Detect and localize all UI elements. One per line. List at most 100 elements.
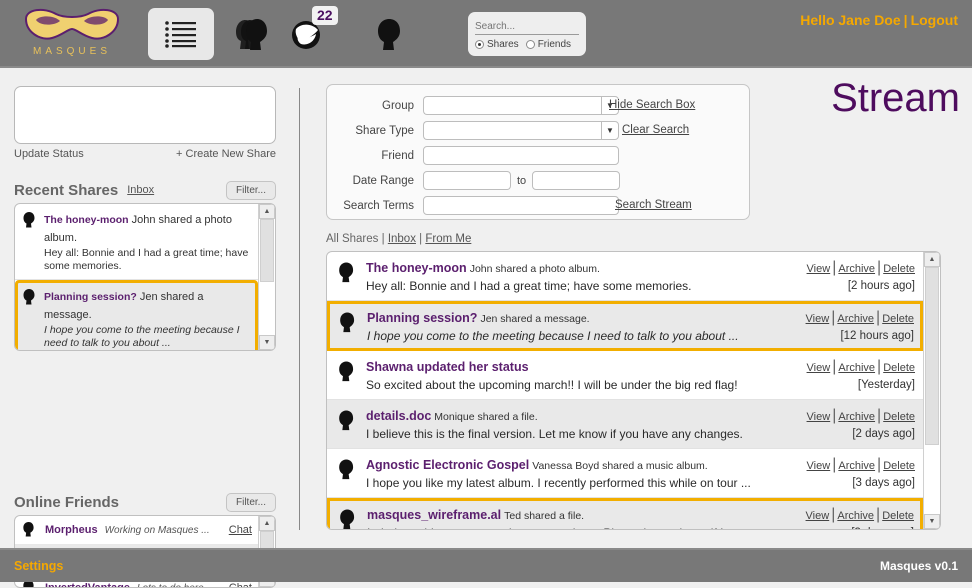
- view-link[interactable]: View: [807, 362, 831, 374]
- archive-link[interactable]: Archive: [838, 460, 875, 472]
- friend-name: InvertedVantage: [45, 582, 130, 587]
- recent-shares-scrollbar[interactable]: ▲ ▼: [258, 204, 275, 350]
- friend-item[interactable]: Morpheus Working on Masques ... Chat: [15, 516, 258, 545]
- stream-item-time: [Yesterday]: [857, 379, 915, 391]
- header-search-input[interactable]: [475, 21, 579, 35]
- search-terms-input[interactable]: [423, 196, 619, 215]
- column-divider: [299, 88, 300, 530]
- group-select-value[interactable]: [423, 96, 601, 115]
- online-friends-header: Online Friends Filter...: [14, 490, 276, 514]
- action-separator: |: [831, 506, 836, 523]
- stream-item-actions: View|Archive|Delete[3 days ago]: [793, 456, 915, 489]
- date-to-input[interactable]: [532, 171, 621, 190]
- stream-item[interactable]: Agnostic Electronic Gospel Vanessa Boyd s…: [327, 449, 923, 498]
- search-scope-friends[interactable]: Friends: [525, 39, 571, 50]
- radio-shares-icon[interactable]: [475, 40, 484, 49]
- search-panel: Group ▼ Share Type ▼ Friend Date Range t…: [326, 84, 750, 220]
- app-logo[interactable]: MASQUES: [14, 3, 130, 65]
- tab-all-shares[interactable]: All Shares: [326, 233, 378, 245]
- scroll-down-arrow-icon[interactable]: ▼: [924, 514, 940, 529]
- recent-shares-inbox-link[interactable]: Inbox: [127, 184, 154, 196]
- update-status-link[interactable]: Update Status: [14, 148, 84, 160]
- archive-link[interactable]: Archive: [838, 263, 875, 275]
- stream-item[interactable]: Shawna updated her status So excited abou…: [327, 351, 923, 400]
- tab-inbox[interactable]: Inbox: [388, 233, 416, 245]
- scroll-track[interactable]: [259, 219, 275, 335]
- delete-link[interactable]: Delete: [883, 460, 915, 472]
- chat-link[interactable]: Chat: [229, 582, 252, 587]
- recent-share-item[interactable]: The honey-moon John shared a photo album…: [15, 204, 258, 280]
- delete-link[interactable]: Delete: [883, 411, 915, 423]
- status-update-input[interactable]: [14, 86, 276, 144]
- settings-link[interactable]: Settings: [14, 559, 63, 573]
- view-link[interactable]: View: [807, 460, 831, 472]
- archive-link[interactable]: Archive: [838, 362, 875, 374]
- search-terms-label: Search Terms: [343, 199, 414, 212]
- chevron-down-icon[interactable]: ▼: [601, 121, 619, 140]
- archive-link[interactable]: Archive: [838, 411, 875, 423]
- stream-item[interactable]: Planning session? Jen shared a message. I …: [327, 301, 923, 351]
- scroll-up-arrow-icon[interactable]: ▲: [259, 516, 275, 531]
- scroll-up-arrow-icon[interactable]: ▲: [259, 204, 275, 219]
- head-silhouette-icon: [378, 19, 400, 50]
- search-scope-shares[interactable]: Shares: [475, 39, 519, 50]
- friend-input[interactable]: [423, 146, 619, 165]
- nav-notifications-button[interactable]: 22: [280, 6, 338, 60]
- radio-friends-icon[interactable]: [525, 40, 535, 49]
- scroll-thumb[interactable]: [260, 531, 274, 550]
- scroll-down-arrow-icon[interactable]: ▼: [259, 335, 275, 350]
- archive-link[interactable]: Archive: [837, 313, 874, 325]
- view-link[interactable]: View: [807, 263, 831, 275]
- scroll-thumb[interactable]: [260, 219, 274, 282]
- delete-link[interactable]: Delete: [882, 510, 914, 522]
- delete-link[interactable]: Delete: [882, 313, 914, 325]
- friend-name: Morpheus: [45, 524, 98, 536]
- stream-item[interactable]: masques_wireframe.alTed shared a file. I …: [327, 498, 923, 529]
- scroll-up-arrow-icon[interactable]: ▲: [924, 252, 940, 267]
- nav-friends-button[interactable]: [224, 8, 276, 60]
- view-link[interactable]: View: [806, 313, 830, 325]
- online-friends-filter-button[interactable]: Filter...: [225, 492, 276, 512]
- action-separator: |: [876, 309, 881, 326]
- share-type-select-value[interactable]: [423, 121, 601, 140]
- stream-item-actions: View | Archive | Delete [2 hours ago]: [793, 259, 915, 292]
- share-type-select[interactable]: ▼: [423, 121, 619, 140]
- stream-scrollbar[interactable]: ▲ ▼: [923, 252, 940, 529]
- chat-link[interactable]: Chat: [229, 524, 252, 536]
- stream-item-time: [2 hours ago]: [847, 280, 915, 292]
- nav-stream-list-button[interactable]: [148, 8, 214, 60]
- delete-link[interactable]: Delete: [883, 362, 915, 374]
- action-separator: |: [832, 456, 837, 473]
- stream-item-actions: View|Archive|Delete[3 days ago]: [792, 506, 914, 529]
- avatar: [21, 210, 38, 273]
- tab-separator: |: [378, 233, 388, 245]
- date-from-input[interactable]: [423, 171, 511, 190]
- user-greeting: Hello Jane Doe | Logout: [800, 12, 958, 28]
- nav-profile-button[interactable]: [362, 8, 414, 60]
- header-search-box[interactable]: Shares Friends: [468, 12, 586, 56]
- clear-search-link[interactable]: Clear Search: [622, 124, 689, 136]
- scroll-track[interactable]: [924, 267, 940, 514]
- recent-share-item[interactable]: Planning session? Jen shared a message. I…: [15, 280, 258, 350]
- hide-search-box-link[interactable]: Hide Search Box: [609, 99, 695, 111]
- view-link[interactable]: View: [807, 411, 831, 423]
- search-stream-link[interactable]: Search Stream: [615, 199, 692, 211]
- recent-shares-filter-button[interactable]: Filter...: [225, 180, 276, 200]
- stream-item-meta: Vanessa Boyd shared a music album.: [532, 460, 708, 472]
- group-select[interactable]: ▼: [423, 96, 619, 115]
- archive-link[interactable]: Archive: [837, 510, 874, 522]
- tab-from-me[interactable]: From Me: [425, 233, 471, 245]
- action-separator: |: [877, 407, 882, 424]
- share-title: The honey-moon: [44, 214, 129, 226]
- stream-item[interactable]: The honey-moon John shared a photo album.…: [327, 252, 923, 301]
- stream-item[interactable]: details.doc Monique shared a file. I belie…: [327, 400, 923, 449]
- stream-item-time: [3 days ago]: [792, 527, 914, 529]
- create-new-share-link[interactable]: + Create New Share: [176, 148, 276, 160]
- logout-link[interactable]: Logout: [911, 12, 958, 28]
- delete-link[interactable]: Delete: [883, 263, 915, 275]
- stream-item-body: I hope you come to the meeting because I…: [367, 329, 739, 343]
- view-link[interactable]: View: [806, 510, 830, 522]
- friend-label: Friend: [381, 149, 414, 162]
- scroll-thumb[interactable]: [925, 267, 939, 445]
- avatar: [336, 259, 357, 288]
